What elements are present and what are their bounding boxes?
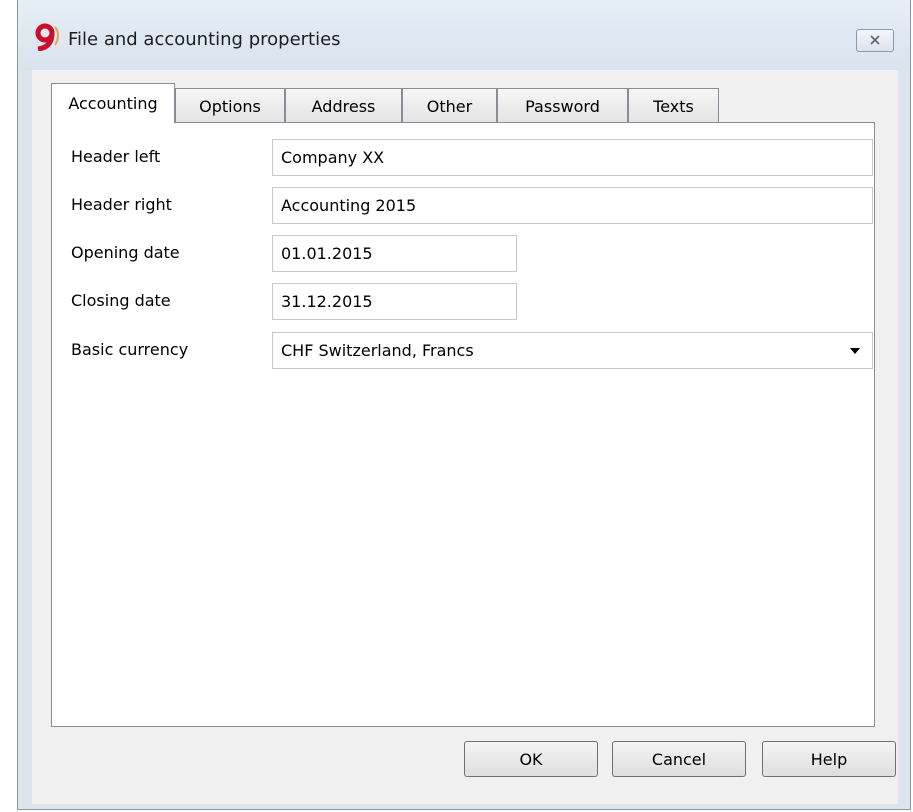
opening-date-field[interactable]: 01.01.2015: [272, 235, 517, 272]
close-icon: [870, 35, 880, 45]
closing-date-field[interactable]: 31.12.2015: [272, 283, 517, 320]
ok-button[interactable]: OK: [464, 741, 598, 777]
header-right-label: Header right: [71, 195, 172, 214]
closing-date-label: Closing date: [71, 291, 171, 310]
properties-dialog: File and accounting properties Accountin…: [17, 0, 911, 810]
basic-currency-select[interactable]: CHF Switzerland, Francs: [272, 332, 873, 369]
header-left-label: Header left: [71, 147, 161, 166]
title-bar: File and accounting properties: [18, 0, 910, 70]
tab-other[interactable]: Other: [402, 88, 497, 123]
opening-date-label: Opening date: [71, 243, 180, 262]
close-button[interactable]: [856, 29, 894, 52]
basic-currency-label: Basic currency: [71, 340, 189, 359]
tab-password[interactable]: Password: [497, 88, 628, 123]
chevron-down-icon[interactable]: [850, 348, 860, 354]
tab-texts[interactable]: Texts: [628, 88, 719, 123]
header-left-field[interactable]: Company XX: [272, 139, 873, 176]
dialog-client-area: Accounting Options Address Other Passwor…: [32, 70, 898, 804]
basic-currency-value: CHF Switzerland, Francs: [281, 341, 474, 360]
tab-options[interactable]: Options: [175, 88, 285, 123]
header-right-field[interactable]: Accounting 2015: [272, 187, 873, 224]
help-button[interactable]: Help: [762, 741, 896, 777]
window-title: File and accounting properties: [68, 29, 341, 50]
accounting-tab-panel: Header left Company XX Header right Acco…: [51, 122, 875, 727]
cancel-button[interactable]: Cancel: [612, 741, 746, 777]
tab-accounting[interactable]: Accounting: [51, 83, 175, 123]
tab-address[interactable]: Address: [285, 88, 402, 123]
app-logo-icon: [35, 23, 59, 51]
